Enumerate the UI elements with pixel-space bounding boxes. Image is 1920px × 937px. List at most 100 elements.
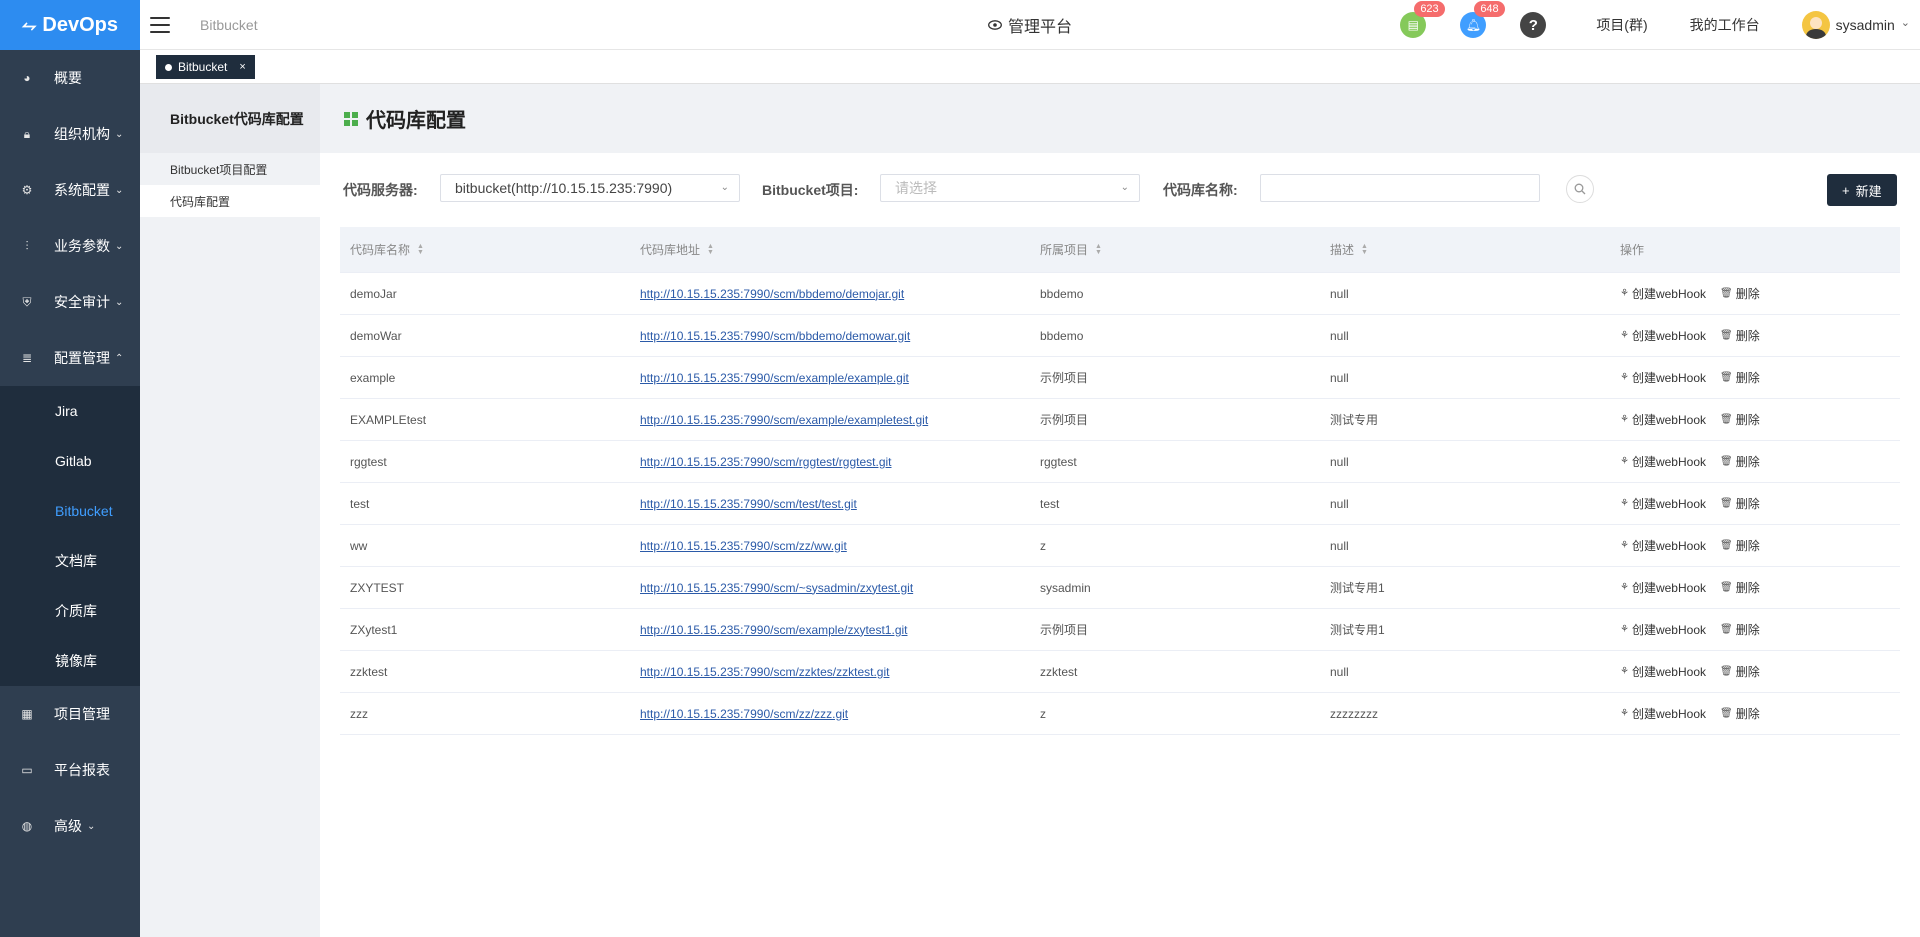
repo-url-link[interactable]: http://10.15.15.235:7990/scm/zz/zzz.git bbox=[640, 707, 848, 721]
sidebar-item-4[interactable]: ⛨ 安全审计 ⌄ bbox=[0, 274, 140, 330]
sidebar-subitem-3[interactable]: 文档库 bbox=[0, 536, 140, 586]
repo-url-link[interactable]: http://10.15.15.235:7990/scm/test/test.g… bbox=[640, 497, 857, 511]
repo-name-input[interactable] bbox=[1260, 174, 1540, 202]
sidebar-item-5[interactable]: ≣ 配置管理 ⌃ bbox=[0, 330, 140, 386]
user-menu[interactable]: sysadmin ⌄ bbox=[1801, 11, 1910, 39]
repo-url-link[interactable]: http://10.15.15.235:7990/scm/~sysadmin/z… bbox=[640, 581, 913, 595]
delete-button[interactable]: 🗑︎ 删除 bbox=[1720, 369, 1760, 386]
repo-url-link[interactable]: http://10.15.15.235:7990/scm/zz/ww.git bbox=[640, 539, 847, 553]
sidebar-item-2[interactable]: ◍ 高级 ⌄ bbox=[0, 798, 140, 854]
secondary-nav-title: Bitbucket代码库配置 bbox=[140, 84, 320, 153]
menu-toggle-icon[interactable] bbox=[150, 16, 170, 33]
trash-icon: 🗑︎ bbox=[1720, 582, 1733, 593]
active-dot-icon bbox=[165, 63, 172, 71]
gear-icon: ⚙ bbox=[21, 183, 33, 197]
sidebar-item-1[interactable]: 🔒︎ 组织机构 ⌄ bbox=[0, 106, 140, 162]
column-header-project[interactable]: 所属项目 ▲ ▼ bbox=[1030, 241, 1320, 258]
sidebar-subitem-4[interactable]: 介质库 bbox=[0, 586, 140, 636]
repo-url-link[interactable]: http://10.15.15.235:7990/scm/bbdemo/demo… bbox=[640, 287, 904, 301]
repo-description: null bbox=[1330, 328, 1349, 343]
column-header-name[interactable]: 代码库名称 ▲ ▼ bbox=[340, 241, 630, 258]
create-webhook-button[interactable]: ⚘ 创建webHook bbox=[1620, 369, 1706, 386]
search-button[interactable] bbox=[1566, 175, 1594, 203]
create-webhook-button[interactable]: ⚘ 创建webHook bbox=[1620, 411, 1706, 428]
workspace-link[interactable]: 我的工作台 bbox=[1690, 15, 1760, 35]
app-logo[interactable]: ⥊ DevOps bbox=[0, 0, 140, 50]
sidebar-item-3[interactable]: ⫶ 业务参数 ⌄ bbox=[0, 218, 140, 274]
repo-url-link[interactable]: http://10.15.15.235:7990/scm/bbdemo/demo… bbox=[640, 329, 910, 343]
notifications-button[interactable]: 🔔︎ 648 bbox=[1460, 1, 1505, 38]
delete-button[interactable]: 🗑︎ 删除 bbox=[1720, 411, 1760, 428]
server-select-value: bitbucket(http://10.15.15.235:7990) bbox=[455, 180, 673, 196]
sidebar-item-1[interactable]: ▭ 平台报表 bbox=[0, 742, 140, 798]
subnav-item-project-config[interactable]: Bitbucket项目配置 bbox=[140, 153, 320, 185]
repo-url-link[interactable]: http://10.15.15.235:7990/scm/example/exa… bbox=[640, 371, 909, 385]
delete-button[interactable]: 🗑︎ 删除 bbox=[1720, 663, 1760, 680]
trash-icon: 🗑︎ bbox=[1720, 666, 1733, 677]
chevron-up-icon: ⌃ bbox=[115, 352, 124, 364]
repo-name: demoWar bbox=[350, 328, 402, 343]
create-webhook-button[interactable]: ⚘ 创建webHook bbox=[1620, 285, 1706, 302]
delete-button[interactable]: 🗑︎ 删除 bbox=[1720, 705, 1760, 722]
page-header: 代码库配置 bbox=[320, 84, 1920, 153]
subnav-item-repo-config[interactable]: 代码库配置 bbox=[140, 185, 320, 217]
repo-name: zzktest bbox=[350, 664, 388, 679]
repo-url-link[interactable]: http://10.15.15.235:7990/scm/zzktes/zzkt… bbox=[640, 665, 889, 679]
trash-icon: 🗑︎ bbox=[1720, 498, 1733, 509]
server-select[interactable]: bitbucket(http://10.15.15.235:7990) ⌄ bbox=[440, 174, 740, 202]
repo-description: null bbox=[1330, 664, 1349, 679]
tab-label: Bitbucket bbox=[178, 60, 228, 74]
delete-button[interactable]: 🗑︎ 删除 bbox=[1720, 327, 1760, 344]
sidebar-subitem-5[interactable]: 镜像库 bbox=[0, 636, 140, 686]
repo-url-link[interactable]: http://10.15.15.235:7990/scm/example/zxy… bbox=[640, 623, 908, 637]
create-webhook-button[interactable]: ⚘ 创建webHook bbox=[1620, 327, 1706, 344]
webhook-icon: ⚘ bbox=[1620, 582, 1629, 593]
trash-icon: 🗑︎ bbox=[1720, 288, 1733, 299]
create-webhook-button[interactable]: ⚘ 创建webHook bbox=[1620, 663, 1706, 680]
sidebar-item-label: 组织机构 bbox=[54, 126, 110, 142]
sidebar-item-0[interactable]: ◕ 概要 bbox=[0, 50, 140, 106]
delete-button[interactable]: 🗑︎ 删除 bbox=[1720, 453, 1760, 470]
create-webhook-button[interactable]: ⚘ 创建webHook bbox=[1620, 705, 1706, 722]
platform-title: 管理平台 bbox=[988, 0, 1072, 50]
sidebar-subitem-2[interactable]: Bitbucket bbox=[0, 486, 140, 536]
monitor-icon: ▭ bbox=[21, 763, 33, 777]
create-webhook-button[interactable]: ⚘ 创建webHook bbox=[1620, 537, 1706, 554]
create-webhook-button[interactable]: ⚘ 创建webHook bbox=[1620, 495, 1706, 512]
help-button[interactable]: ? bbox=[1520, 12, 1547, 38]
sidebar: ⥊ DevOps ◕ 概要 🔒︎ 组织机构 ⌄ ⚙ 系统配置 ⌄ ⫶ 业务参数 ⌄ ⛨ 安全审计 ⌄ ≣ 配置… bbox=[0, 0, 140, 937]
secondary-nav: Bitbucket代码库配置 Bitbucket项目配置 代码库配置 bbox=[140, 84, 320, 937]
tasks-button[interactable]: ▤ 623 bbox=[1400, 1, 1445, 38]
app-name: DevOps bbox=[42, 13, 118, 36]
create-webhook-button[interactable]: ⚘ 创建webHook bbox=[1620, 579, 1706, 596]
project-select-placeholder: 请选择 bbox=[895, 180, 937, 196]
plus-icon: + bbox=[1842, 182, 1850, 198]
delete-button[interactable]: 🗑︎ 删除 bbox=[1720, 579, 1760, 596]
delete-button[interactable]: 🗑︎ 删除 bbox=[1720, 285, 1760, 302]
chevron-down-icon: ⌄ bbox=[115, 184, 124, 196]
create-webhook-button[interactable]: ⚘ 创建webHook bbox=[1620, 453, 1706, 470]
sidebar-item-2[interactable]: ⚙ 系统配置 ⌄ bbox=[0, 162, 140, 218]
new-button[interactable]: + 新建 bbox=[1827, 174, 1897, 206]
tab-bitbucket[interactable]: Bitbucket × bbox=[156, 55, 255, 79]
sidebar-subitem-0[interactable]: Jira bbox=[0, 386, 140, 436]
create-webhook-button[interactable]: ⚘ 创建webHook bbox=[1620, 621, 1706, 638]
chevron-down-icon: ⌄ bbox=[115, 240, 124, 252]
delete-button[interactable]: 🗑︎ 删除 bbox=[1720, 495, 1760, 512]
project-select[interactable]: 请选择 ⌄ bbox=[880, 174, 1140, 202]
tasks-badge: 623 bbox=[1414, 1, 1445, 17]
repo-url-link[interactable]: http://10.15.15.235:7990/scm/rggtest/rgg… bbox=[640, 455, 892, 469]
repo-description: null bbox=[1330, 454, 1349, 469]
repo-url-link[interactable]: http://10.15.15.235:7990/scm/example/exa… bbox=[640, 413, 928, 427]
webhook-icon: ⚘ bbox=[1620, 288, 1629, 299]
project-group-link[interactable]: 项目(群) bbox=[1596, 15, 1647, 35]
sort-icon: ▲ ▼ bbox=[707, 242, 714, 256]
webhook-icon: ⚘ bbox=[1620, 330, 1629, 341]
close-icon[interactable]: × bbox=[239, 61, 245, 73]
column-header-description[interactable]: 描述 ▲ ▼ bbox=[1320, 241, 1610, 258]
delete-button[interactable]: 🗑︎ 删除 bbox=[1720, 621, 1760, 638]
delete-button[interactable]: 🗑︎ 删除 bbox=[1720, 537, 1760, 554]
sidebar-item-0[interactable]: ▦ 项目管理 bbox=[0, 686, 140, 742]
column-header-url[interactable]: 代码库地址 ▲ ▼ bbox=[630, 241, 1030, 258]
sidebar-subitem-1[interactable]: Gitlab bbox=[0, 436, 140, 486]
